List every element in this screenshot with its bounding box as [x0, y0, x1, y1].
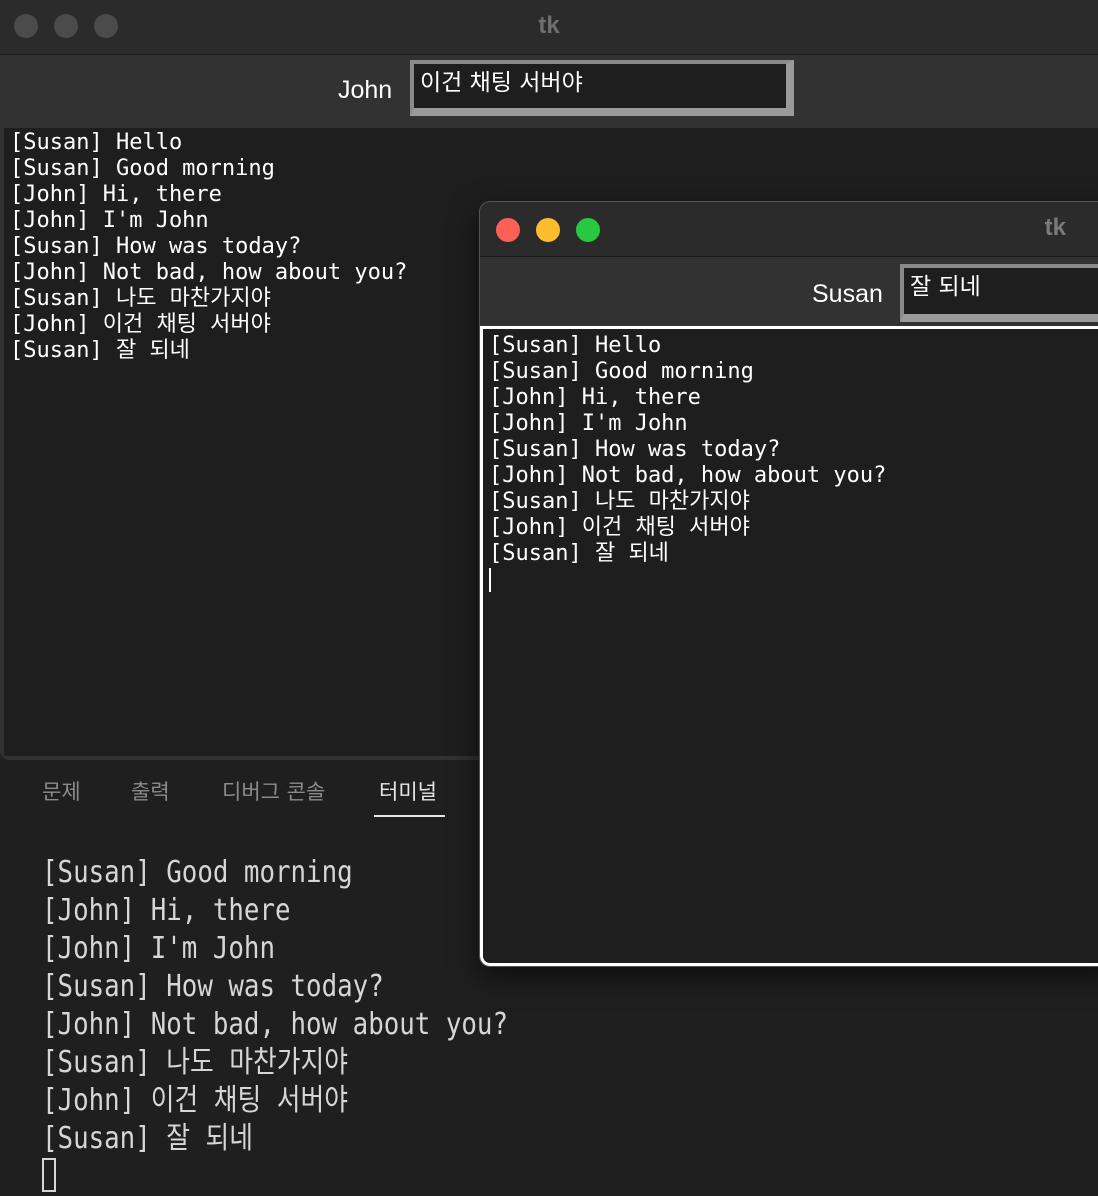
- chat-line: [Susan] Hello: [10, 130, 183, 155]
- message-input[interactable]: 잘 되네: [900, 264, 1098, 322]
- user-name-label: John: [338, 76, 393, 104]
- chat-line: [John] I'm John: [489, 411, 688, 436]
- terminal-line: [Susan] Good morning: [42, 855, 353, 890]
- text-cursor-line: [489, 567, 1098, 593]
- message-input[interactable]: 이건 채팅 서버야: [410, 60, 794, 116]
- terminal-line: [John] 이건 채팅 서버야: [42, 1083, 348, 1118]
- terminal-line: [Susan] 잘 되네: [42, 1121, 254, 1156]
- close-button[interactable]: [496, 218, 520, 242]
- chat-line: [Susan] How was today?: [489, 437, 781, 462]
- chat-line: [John] 이건 채팅 서버야: [489, 515, 750, 540]
- terminal-line: [John] Hi, there: [42, 893, 291, 928]
- chat-line: [Susan] 잘 되네: [489, 541, 669, 566]
- window-title: tk: [1044, 214, 1066, 241]
- tab-problems[interactable]: 문제: [42, 776, 81, 806]
- text-cursor: [489, 568, 491, 592]
- terminal-line: [Susan] 나도 마찬가지야: [42, 1045, 348, 1080]
- terminal-line: [John] Not bad, how about you?: [42, 1007, 508, 1042]
- desktop: tk John 이건 채팅 서버야 [Susan] Hello [Susan] …: [0, 0, 1098, 1196]
- terminal-line: [John] I'm John: [42, 931, 276, 966]
- user-name-label: Susan: [812, 280, 883, 308]
- chat-window-susan: tk Susan 잘 되네 [Susan] Hello [Susan] Good…: [480, 202, 1098, 966]
- terminal-cursor: [42, 1158, 56, 1192]
- window-titlebar[interactable]: tk: [0, 0, 1098, 55]
- tab-output[interactable]: 출력: [131, 776, 170, 806]
- window-title: tk: [538, 12, 560, 39]
- window-titlebar[interactable]: tk: [480, 202, 1098, 257]
- tab-debug-console[interactable]: 디버그 콘솔: [222, 776, 325, 806]
- chat-line: [Susan] Good morning: [489, 359, 754, 384]
- active-tab-indicator: [374, 815, 445, 817]
- chat-line: [John] Not bad, how about you?: [489, 463, 887, 488]
- chat-line: [John] Hi, there: [489, 385, 701, 410]
- chat-line: [Susan] Hello: [489, 333, 662, 358]
- terminal-line: [Susan] How was today?: [42, 969, 384, 1004]
- chat-line: [Susan] 나도 마찬가지야: [489, 489, 750, 514]
- zoom-button[interactable]: [576, 218, 600, 242]
- chat-log[interactable]: [Susan] Hello [Susan] Good morning [John…: [480, 326, 1098, 966]
- minimize-button[interactable]: [536, 218, 560, 242]
- tab-terminal[interactable]: 터미널: [379, 776, 437, 806]
- chat-line: [Susan] Good morning: [10, 156, 275, 181]
